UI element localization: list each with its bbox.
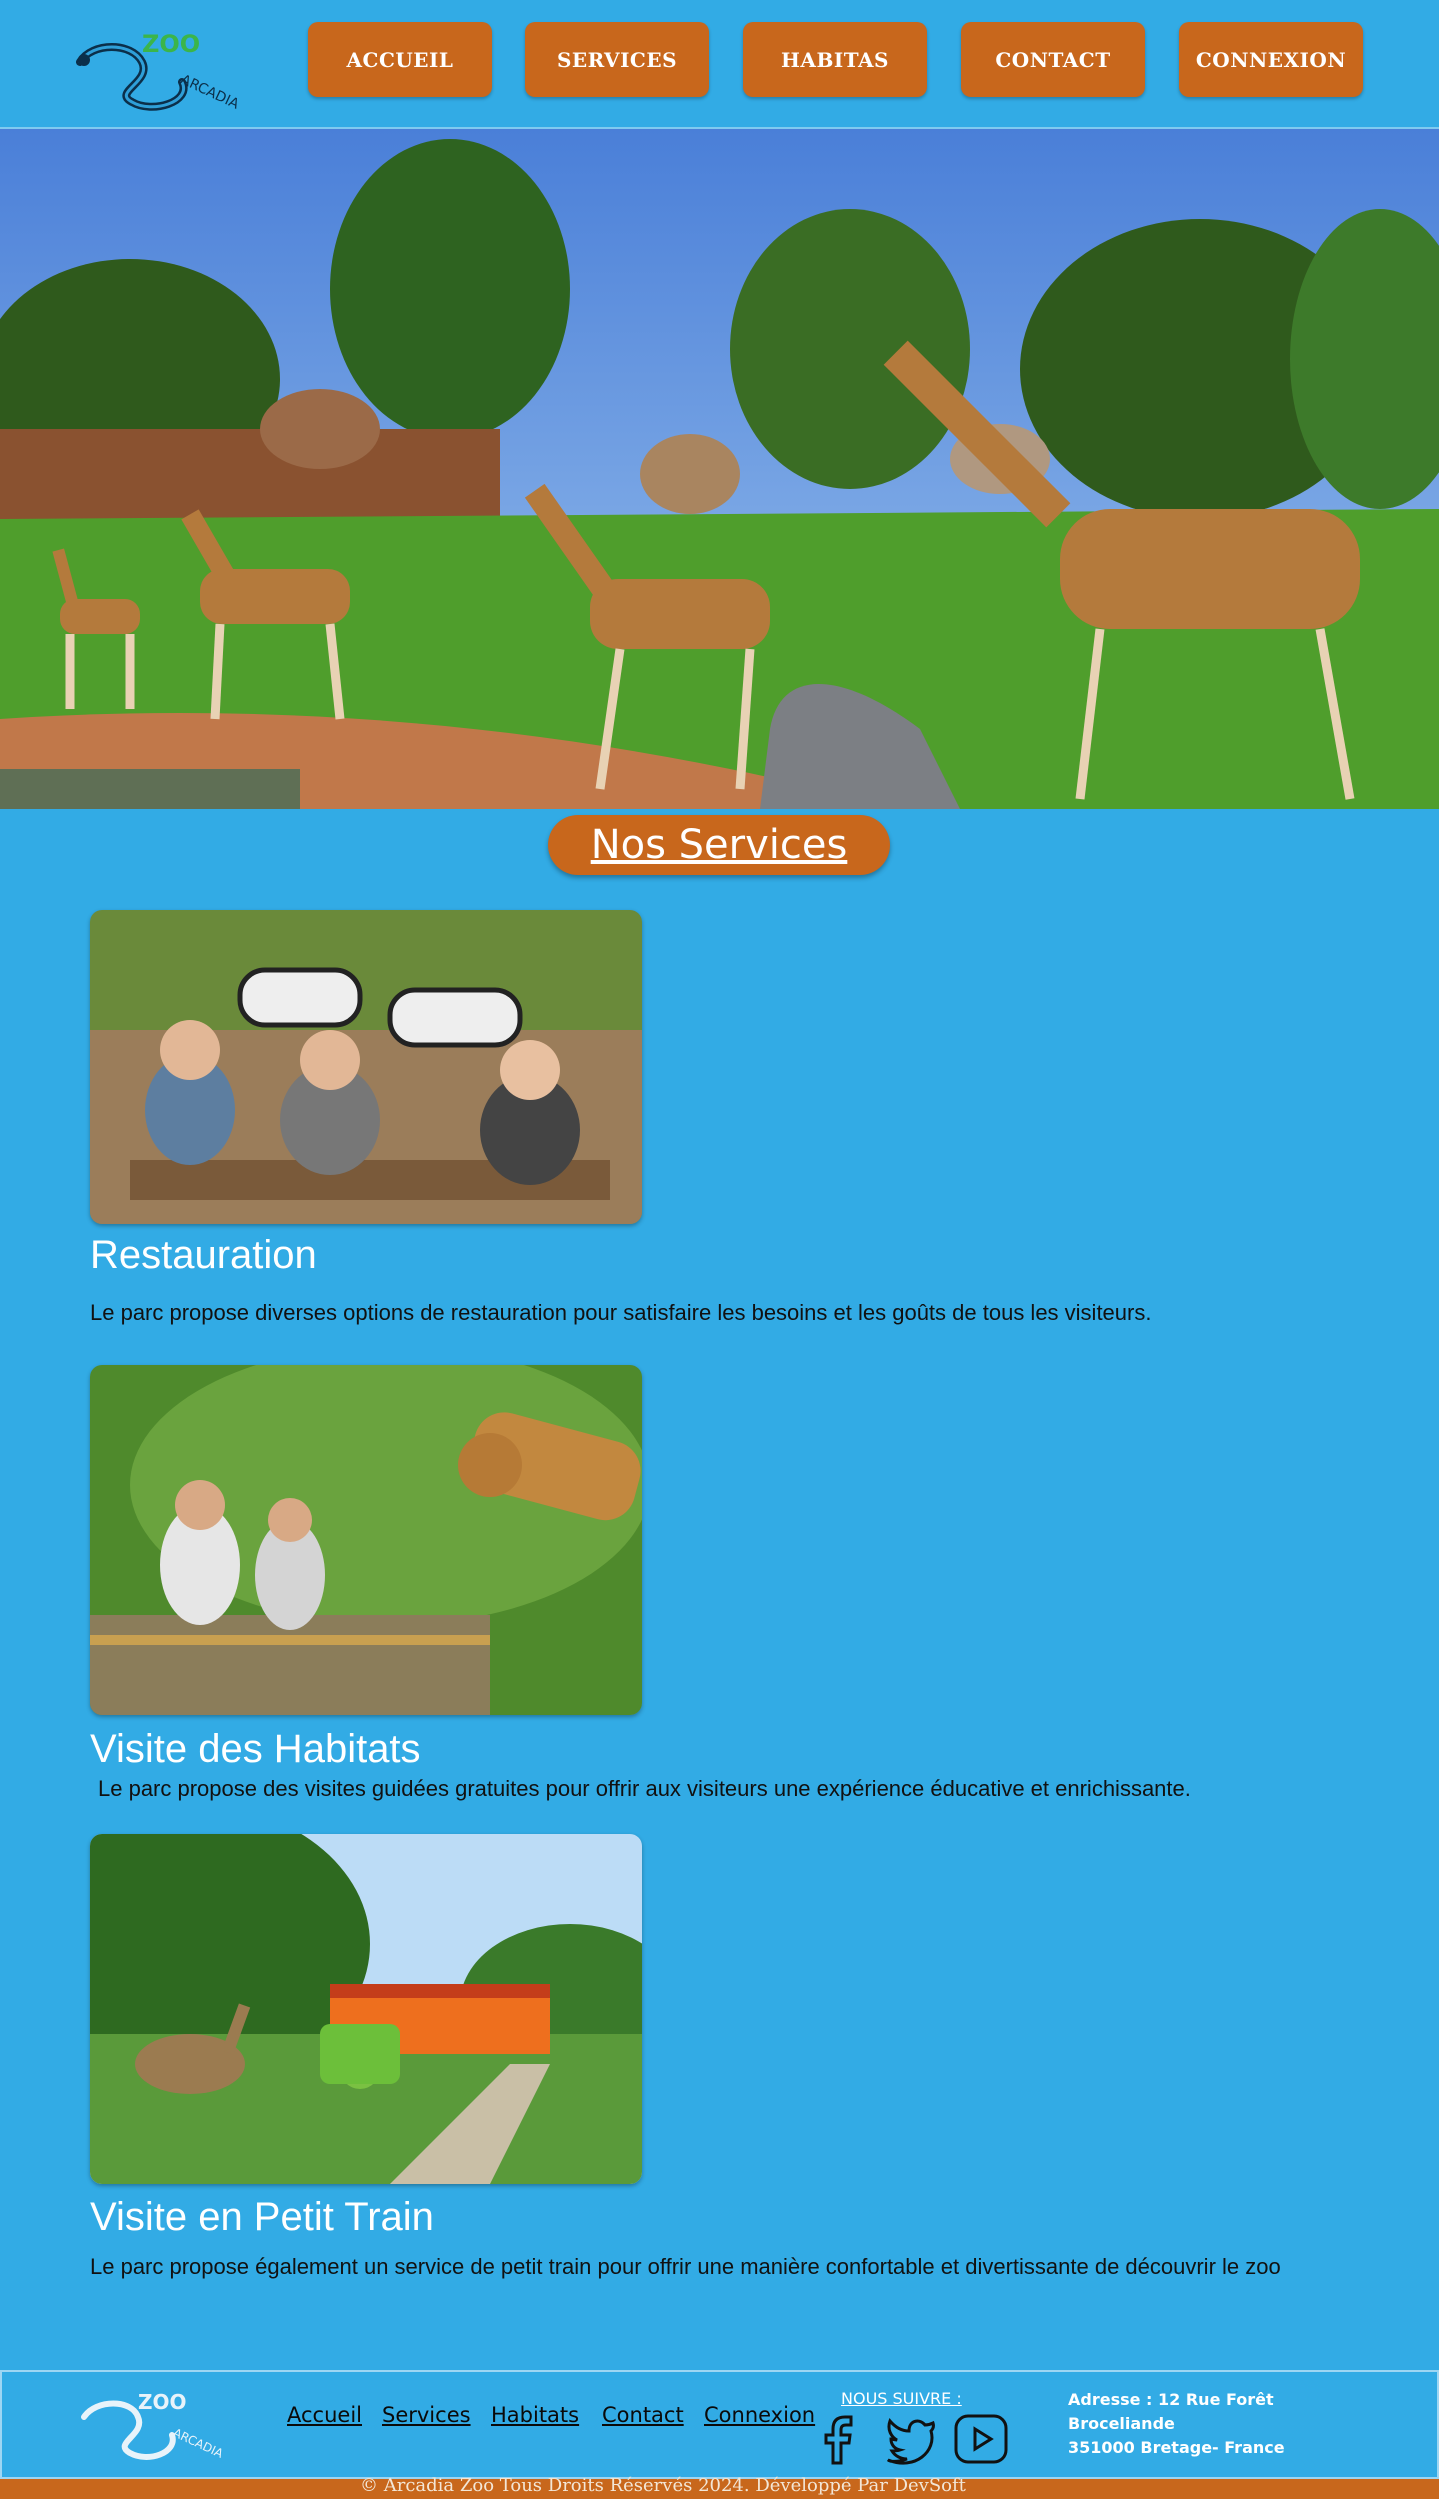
address-line-2: Broceliande	[1068, 2414, 1175, 2433]
hero-image	[0, 129, 1439, 809]
nav-connexion-button[interactable]: CONNEXION	[1179, 22, 1363, 97]
footer-link-connexion[interactable]: Connexion	[704, 2403, 815, 2427]
nav-accueil-button[interactable]: ACCUEIL	[308, 22, 492, 97]
svg-text:ZOO: ZOO	[138, 2390, 187, 2414]
address-line-1: Adresse : 12 Rue Forêt	[1068, 2390, 1274, 2409]
address-line-3: 351000 Bretage- France	[1068, 2438, 1285, 2457]
petit-train-image	[90, 1834, 642, 2184]
nav-habitats-button[interactable]: HABITAS	[743, 22, 927, 97]
follow-label: NOUS SUIVRE :	[841, 2389, 962, 2408]
restauration-image	[90, 910, 642, 1224]
svg-text:ARCADIA: ARCADIA	[178, 72, 242, 113]
zoo-logo[interactable]: ZOO ARCADIA	[72, 22, 272, 118]
svg-text:ZOO: ZOO	[142, 30, 200, 58]
habitats-image	[90, 1365, 642, 1715]
twitter-icon[interactable]	[885, 2413, 937, 2470]
footer-link-accueil[interactable]: Accueil	[287, 2403, 362, 2427]
footer-link-contact[interactable]: Contact	[602, 2403, 684, 2427]
footer-zoo-logo[interactable]: ZOO ARCADIA	[78, 2383, 250, 2465]
service-desc-restauration: Le parc propose diverses options de rest…	[90, 1300, 1152, 1325]
nav-contact-button[interactable]: CONTACT	[961, 22, 1145, 97]
service-title-restauration: Restauration	[90, 1233, 317, 1277]
service-title-petit-train: Visite en Petit Train	[90, 2195, 434, 2239]
youtube-icon[interactable]	[953, 2413, 1009, 2470]
footer-link-habitats[interactable]: Habitats	[491, 2403, 579, 2427]
service-title-habitats: Visite des Habitats	[90, 1727, 421, 1771]
facebook-icon[interactable]	[823, 2413, 857, 2470]
footer-link-services[interactable]: Services	[382, 2403, 471, 2427]
copyright-text: © Arcadia Zoo Tous Droits Réservés 2024.…	[360, 2475, 966, 2496]
svg-text:ARCADIA: ARCADIA	[171, 2426, 226, 2462]
section-title: Nos Services	[548, 815, 890, 875]
service-desc-petit-train: Le parc propose également un service de …	[90, 2254, 1281, 2279]
service-desc-habitats: Le parc propose des visites guidées grat…	[98, 1776, 1191, 1801]
nav-services-button[interactable]: SERVICES	[525, 22, 709, 97]
